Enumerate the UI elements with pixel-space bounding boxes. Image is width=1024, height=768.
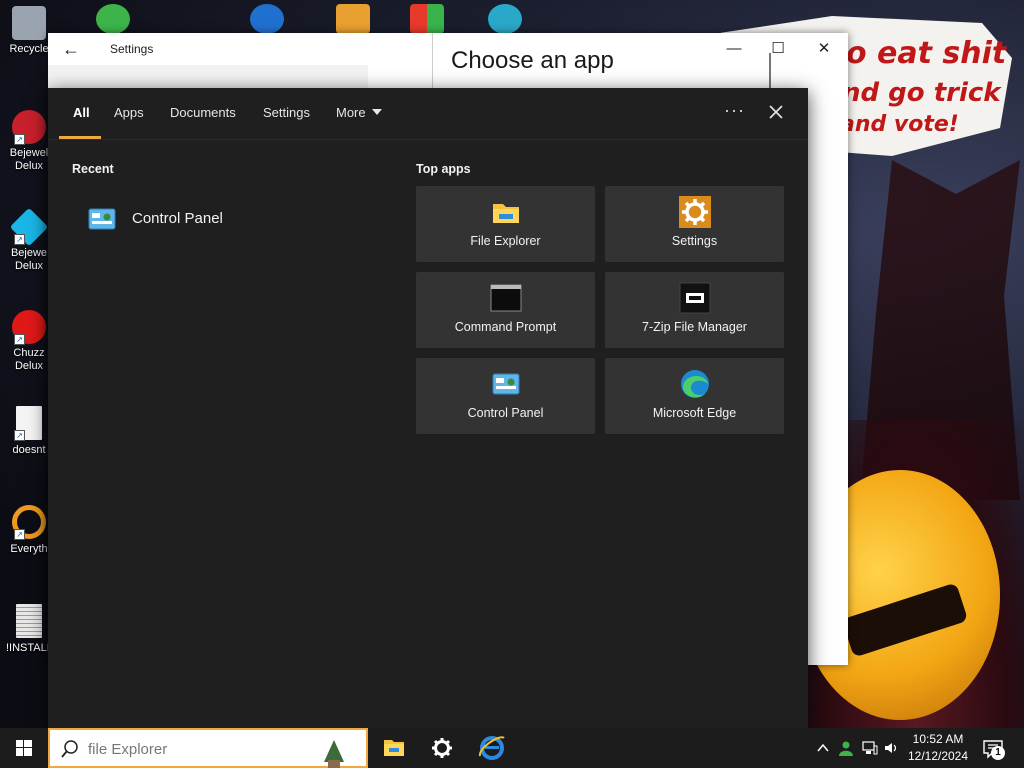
wallpaper-sign-line: and vote! bbox=[840, 112, 959, 137]
folder-icon bbox=[493, 204, 519, 223]
taskbar-search-box[interactable] bbox=[48, 728, 368, 768]
tab-more-label: More bbox=[336, 105, 366, 120]
close-icon[interactable] bbox=[764, 100, 788, 124]
text-file-icon bbox=[16, 604, 42, 638]
clock-date[interactable]: 12/12/2024 bbox=[900, 749, 976, 763]
notification-count-badge: 1 bbox=[991, 746, 1005, 760]
desktop-icon-label: Bejewe Delux bbox=[10, 247, 48, 272]
desktop-icon-label: Recycle bbox=[9, 43, 49, 55]
windows-start-icon[interactable] bbox=[0, 728, 48, 768]
terminal-icon bbox=[490, 284, 522, 312]
tab-more[interactable]: More bbox=[336, 105, 382, 120]
desktop-windows-logo-icon[interactable] bbox=[410, 4, 444, 34]
archive-icon bbox=[679, 282, 711, 314]
search-flyout: All Apps Documents Settings More ··· Rec… bbox=[48, 88, 808, 728]
wallpaper-sign-line: nd go trick bbox=[842, 78, 1001, 108]
top-app-label: Command Prompt bbox=[454, 320, 557, 334]
close-button[interactable]: ✕ bbox=[812, 39, 836, 59]
recycle-bin-icon bbox=[12, 6, 46, 40]
taskbar-file-explorer-icon[interactable] bbox=[370, 728, 418, 768]
desktop-icon-label: Bejewel Delux bbox=[9, 147, 49, 172]
window-title: Settings bbox=[110, 42, 154, 56]
desktop-icon-label: Everyth bbox=[10, 543, 48, 555]
clock-time[interactable]: 10:52 AM bbox=[900, 732, 976, 746]
top-app-command-prompt[interactable]: Command Prompt bbox=[416, 272, 595, 348]
control-panel-icon bbox=[88, 208, 116, 230]
taskbar-settings-gear-icon[interactable] bbox=[418, 728, 466, 768]
desktop-icon-everything[interactable]: ↗ Everyth bbox=[6, 505, 52, 556]
desktop-icon-recycle-bin[interactable]: Recycle bbox=[6, 6, 52, 56]
caret-down-icon bbox=[371, 109, 382, 115]
gnome-figure-icon bbox=[324, 740, 344, 768]
top-app-control-panel[interactable]: Control Panel bbox=[416, 358, 595, 434]
tab-all[interactable]: All bbox=[73, 105, 90, 120]
maximize-button[interactable]: ☐ bbox=[766, 39, 790, 59]
desktop-icon-doesnt[interactable]: ↗ doesnt bbox=[6, 406, 52, 457]
desktop-icon-label: doesnt bbox=[12, 444, 46, 456]
network-icon[interactable] bbox=[862, 740, 878, 756]
search-input[interactable] bbox=[88, 739, 318, 759]
volume-icon[interactable] bbox=[883, 740, 899, 756]
top-app-file-explorer[interactable]: File Explorer bbox=[416, 186, 595, 262]
shortcut-arrow-icon: ↗ bbox=[14, 430, 25, 441]
shortcut-arrow-icon: ↗ bbox=[14, 234, 25, 245]
search-scope-tabs: All Apps Documents Settings More ··· bbox=[48, 88, 808, 140]
minimize-button[interactable]: — bbox=[722, 39, 746, 59]
shortcut-arrow-icon: ↗ bbox=[14, 334, 25, 345]
search-icon bbox=[61, 740, 78, 758]
taskbar: 10:52 AM 12/12/2024 1 bbox=[0, 728, 1024, 768]
top-app-label: Control Panel bbox=[467, 406, 544, 420]
tab-documents[interactable]: Documents bbox=[170, 105, 236, 120]
active-tab-indicator bbox=[59, 136, 101, 139]
desktop-icon-bejeweled[interactable]: ↗ Bejewel Delux bbox=[6, 110, 52, 173]
desktop-icon-label: Chuzz Delux bbox=[13, 347, 45, 372]
back-arrow-icon[interactable]: ← bbox=[62, 39, 80, 60]
shortcut-arrow-icon: ↗ bbox=[14, 529, 25, 540]
top-app-label: File Explorer bbox=[470, 234, 541, 248]
shortcut-arrow-icon: ↗ bbox=[14, 134, 25, 145]
recent-heading: Recent bbox=[72, 162, 114, 176]
desktop-icon-label: !INSTALL bbox=[6, 642, 52, 654]
desktop-users-icon[interactable] bbox=[96, 4, 130, 34]
desktop-avatar-icon[interactable] bbox=[488, 4, 522, 34]
top-apps-heading: Top apps bbox=[416, 162, 471, 176]
tab-apps[interactable]: Apps bbox=[114, 105, 144, 120]
top-app-7zip[interactable]: 7-Zip File Manager bbox=[605, 272, 784, 348]
recent-item-label: Control Panel bbox=[132, 210, 223, 227]
taskbar-internet-explorer-icon[interactable] bbox=[468, 728, 516, 768]
top-app-label: 7-Zip File Manager bbox=[642, 320, 747, 334]
gear-icon bbox=[679, 196, 711, 228]
top-app-settings[interactable]: Settings bbox=[605, 186, 784, 262]
user-tray-icon[interactable] bbox=[838, 740, 854, 756]
desktop-app-icon[interactable] bbox=[250, 4, 284, 34]
desktop-app-icon[interactable] bbox=[336, 4, 370, 34]
desktop-icon-install[interactable]: !INSTALL bbox=[6, 604, 52, 655]
chevron-up-icon[interactable] bbox=[815, 740, 831, 756]
tab-settings[interactable]: Settings bbox=[263, 105, 310, 120]
top-app-label: Microsoft Edge bbox=[652, 406, 737, 420]
more-options-button[interactable]: ··· bbox=[724, 100, 745, 121]
top-app-label: Settings bbox=[671, 234, 718, 248]
control-panel-icon bbox=[492, 373, 520, 395]
top-app-microsoft-edge[interactable]: Microsoft Edge bbox=[605, 358, 784, 434]
recent-item-control-panel[interactable]: Control Panel bbox=[88, 206, 388, 234]
edge-icon bbox=[681, 370, 709, 398]
wallpaper-sign-line: o eat shit bbox=[846, 36, 1007, 71]
desktop-icon-chuzzle[interactable]: ↗ Chuzz Delux bbox=[6, 310, 52, 373]
choose-app-title: Choose an app bbox=[451, 47, 614, 74]
desktop-icon-bejeweled-2[interactable]: ↗ Bejewe Delux bbox=[6, 207, 52, 273]
